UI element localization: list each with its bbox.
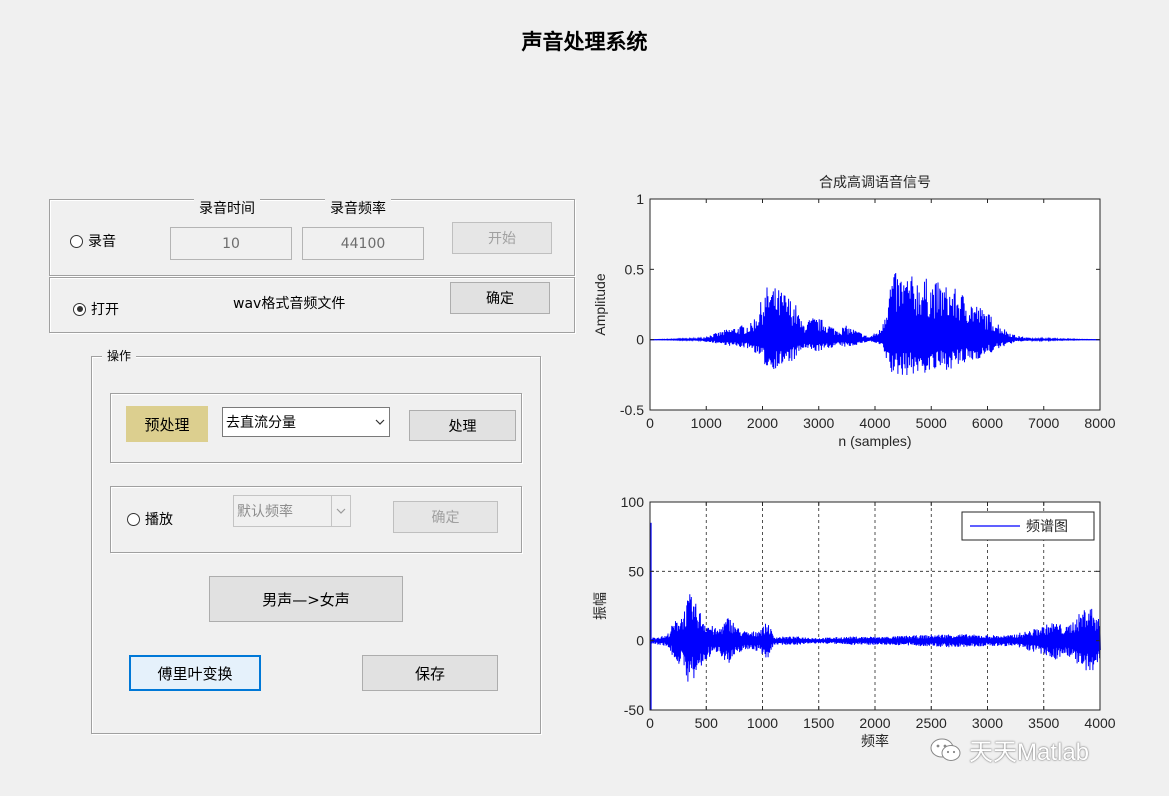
- x-tick-label: 5000: [916, 415, 947, 431]
- x-tick-label: 500: [695, 715, 719, 731]
- watermark-text: 天天Matlab: [969, 739, 1090, 766]
- play-rate-select-value: 默认频率: [237, 504, 293, 520]
- x-tick-label: 0: [646, 415, 654, 431]
- x-tick-label: 0: [646, 715, 654, 731]
- y-tick-label: 1: [636, 191, 644, 207]
- chevron-down-icon[interactable]: [371, 408, 389, 436]
- y-tick-label: 0: [636, 633, 644, 649]
- open-radio-label: 打开: [91, 302, 119, 318]
- x-tick-label: 2500: [916, 715, 947, 731]
- preprocess-label: 预处理: [126, 406, 208, 442]
- record-radio[interactable]: 录音: [70, 231, 116, 251]
- file-label: wav格式音频文件: [233, 296, 346, 312]
- x-tick-label: 1000: [691, 415, 722, 431]
- record-radio-label: 录音: [88, 234, 116, 250]
- y-tick-label: -0.5: [620, 402, 644, 418]
- x-axis-label: 频率: [861, 733, 889, 749]
- male-to-female-button[interactable]: 男声—>女声: [209, 576, 403, 622]
- x-tick-label: 8000: [1084, 415, 1115, 431]
- legend-label: 频谱图: [1026, 518, 1068, 534]
- record-time-field[interactable]: 10: [170, 227, 292, 260]
- x-tick-label: 1000: [747, 715, 778, 731]
- x-tick-label: 4000: [1084, 715, 1115, 731]
- start-button[interactable]: 开始: [452, 222, 552, 254]
- play-rate-select[interactable]: 默认频率: [233, 495, 351, 527]
- signal-chart: 0 1000 2000 3000 4000 5000 6000 7000 800010.50-0…: [592, 174, 1116, 449]
- chart-title: 合成高调语音信号: [819, 174, 931, 190]
- open-radio-circle[interactable]: [73, 302, 86, 316]
- x-tick-label: 3000: [972, 715, 1003, 731]
- record-time-label: 录音时间: [194, 198, 260, 218]
- open-radio[interactable]: 打开: [73, 299, 119, 319]
- x-axis-label: n (samples): [838, 433, 911, 449]
- preprocess-select-value: 去直流分量: [226, 415, 296, 431]
- x-tick-label: 7000: [1028, 415, 1059, 431]
- play-radio-circle[interactable]: [127, 512, 140, 526]
- record-radio-circle[interactable]: [70, 234, 83, 248]
- y-tick-label: 50: [628, 563, 644, 579]
- save-button[interactable]: 保存: [362, 655, 498, 691]
- y-tick-label: 0: [636, 332, 644, 348]
- wechat-icon: [930, 738, 961, 761]
- x-tick-label: 6000: [972, 415, 1003, 431]
- play-radio-label: 播放: [145, 512, 173, 528]
- preprocess-select[interactable]: 去直流分量: [222, 407, 390, 437]
- y-axis-label: Amplitude: [592, 273, 608, 335]
- x-tick-label: 3500: [1028, 715, 1059, 731]
- chevron-down-icon[interactable]: [331, 496, 350, 526]
- x-tick-label: 4000: [859, 415, 890, 431]
- x-tick-label: 2000: [859, 715, 890, 731]
- operation-panel-title: 操作: [102, 347, 137, 364]
- process-button[interactable]: 处理: [409, 410, 516, 441]
- watermark: 天天Matlab: [929, 732, 1089, 767]
- play-radio[interactable]: 播放: [127, 509, 173, 529]
- window-title: 声音处理系统: [521, 29, 648, 54]
- record-rate-label: 录音频率: [325, 198, 391, 218]
- x-tick-label: 3000: [803, 415, 834, 431]
- fourier-transform-button[interactable]: 傅里叶变换: [129, 655, 261, 691]
- x-tick-label: 2000: [747, 415, 778, 431]
- spectrum-chart: 0 500 1000 1500 2000 2500 3000 3500 4000100500-5…: [592, 494, 1116, 749]
- play-confirm-button[interactable]: 确定: [393, 501, 498, 533]
- record-rate-field[interactable]: 44100: [302, 227, 424, 260]
- y-tick-label: -50: [624, 702, 644, 718]
- plot-area: [650, 199, 1100, 410]
- x-tick-label: 1500: [803, 715, 834, 731]
- y-tick-label: 100: [621, 494, 645, 510]
- y-axis-label: 振幅: [592, 592, 608, 620]
- y-tick-label: 0.5: [625, 261, 645, 277]
- confirm-open-button[interactable]: 确定: [450, 282, 550, 314]
